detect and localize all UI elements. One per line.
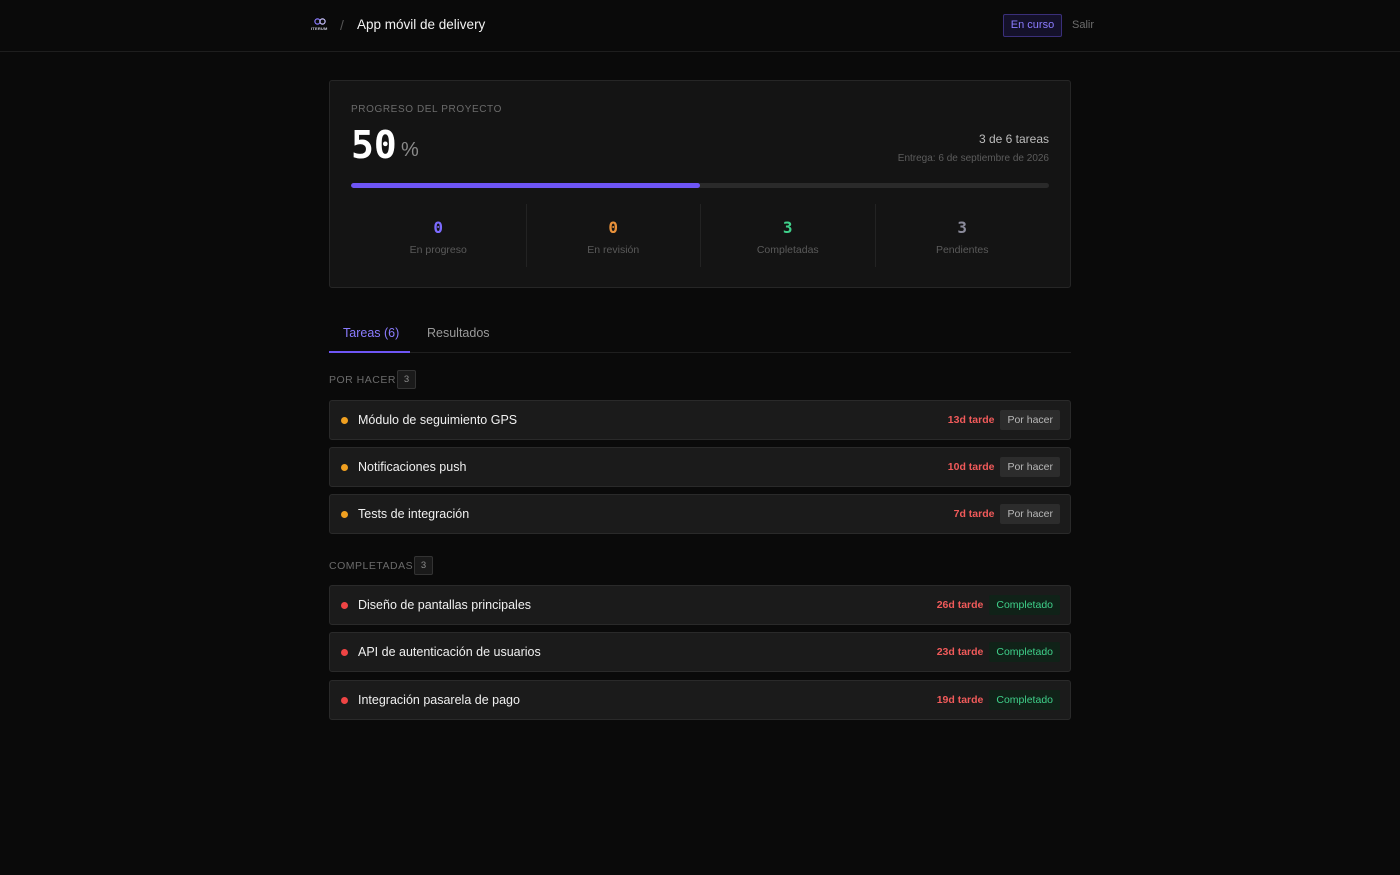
section-count-badge: 3 <box>414 556 433 575</box>
status-pill[interactable]: Por hacer <box>1000 504 1060 524</box>
task-row[interactable]: Tests de integración 7d tarde Por hacer <box>329 494 1071 534</box>
stat-pending: 3 Pendientes <box>874 204 1050 267</box>
task-meta: 7d tarde Por hacer <box>954 504 1060 524</box>
stats-row: 0 En progreso 0 En revisión 3 Completada… <box>351 204 1049 267</box>
progress-label: PROGRESO DEL PROYECTO <box>351 104 502 115</box>
app-logo[interactable]: ITERUM <box>311 18 329 34</box>
task-row[interactable]: Notificaciones push 10d tarde Por hacer <box>329 447 1071 487</box>
priority-dot <box>341 464 348 471</box>
task-row[interactable]: Módulo de seguimiento GPS 13d tarde Por … <box>329 400 1071 440</box>
section-count-badge: 3 <box>397 370 416 389</box>
logout-link[interactable]: Salir <box>1072 19 1094 31</box>
percent-sign: % <box>401 139 419 161</box>
stat-in-progress: 0 En progreso <box>351 204 526 267</box>
overdue-label: 10d tarde <box>947 461 995 473</box>
stat-label: En revisión <box>587 244 640 256</box>
task-row[interactable]: Diseño de pantallas principales 26d tard… <box>329 585 1071 625</box>
task-title: API de autenticación de usuarios <box>358 645 541 659</box>
due-date: Entrega: 6 de septiembre de 2026 <box>897 153 1049 164</box>
priority-dot <box>341 602 348 609</box>
task-title: Diseño de pantallas principales <box>358 598 532 612</box>
task-meta: 13d tarde Por hacer <box>948 410 1060 430</box>
stat-label: Pendientes <box>935 244 989 256</box>
progress-bar <box>351 183 1049 188</box>
stat-completed: 3 Completadas <box>700 204 875 267</box>
project-status-badge[interactable]: En curso <box>1003 14 1062 37</box>
stat-value: 3 <box>957 218 968 237</box>
status-pill[interactable]: Completado <box>989 642 1060 662</box>
task-title: Notificaciones push <box>358 460 467 474</box>
overdue-label: 7d tarde <box>953 508 995 520</box>
stat-label: En progreso <box>409 244 467 256</box>
progress-card: PROGRESO DEL PROYECTO 50 % 3 de 6 tareas… <box>329 80 1071 288</box>
priority-dot <box>341 417 348 424</box>
top-bar: ITERUM / App móvil de delivery En curso … <box>0 0 1400 52</box>
stat-value: 3 <box>782 218 793 237</box>
progress-percent: 50 <box>351 123 397 167</box>
tab-bar: Tareas (6) Resultados <box>329 315 1071 353</box>
active-tab-indicator <box>329 351 410 353</box>
logo-wordmark: ITERUM <box>311 26 328 31</box>
section-title: COMPLETADAS <box>329 560 414 572</box>
status-pill[interactable]: Completado <box>989 595 1060 615</box>
project-title: App móvil de delivery <box>357 17 486 32</box>
tasks-count: 3 de 6 tareas <box>978 132 1049 146</box>
task-meta: 23d tarde Completado <box>937 642 1060 662</box>
task-row[interactable]: Integración pasarela de pago 19d tarde C… <box>329 680 1071 720</box>
status-pill[interactable]: Completado <box>989 690 1060 710</box>
progress-bar-fill <box>351 183 700 188</box>
status-pill[interactable]: Por hacer <box>1000 457 1060 477</box>
status-pill[interactable]: Por hacer <box>1000 410 1060 430</box>
task-meta: 10d tarde Por hacer <box>948 457 1060 477</box>
task-title: Integración pasarela de pago <box>358 693 520 707</box>
overdue-label: 23d tarde <box>936 646 984 658</box>
overdue-label: 26d tarde <box>936 599 984 611</box>
logo-icon <box>314 18 326 25</box>
tab-tasks[interactable]: Tareas (6) <box>343 326 399 340</box>
breadcrumb-separator: / <box>340 17 344 33</box>
priority-dot <box>341 697 348 704</box>
task-title: Tests de integración <box>358 507 470 521</box>
priority-dot <box>341 649 348 656</box>
task-meta: 19d tarde Completado <box>937 690 1060 710</box>
tab-results[interactable]: Resultados <box>427 326 490 340</box>
stat-value: 0 <box>608 218 619 237</box>
task-title: Módulo de seguimiento GPS <box>358 413 518 427</box>
stat-in-review: 0 En revisión <box>525 204 701 267</box>
task-row[interactable]: API de autenticación de usuarios 23d tar… <box>329 632 1071 672</box>
overdue-label: 13d tarde <box>947 414 995 426</box>
overdue-label: 19d tarde <box>936 694 984 706</box>
priority-dot <box>341 511 348 518</box>
stat-label: Completadas <box>756 244 819 256</box>
stat-value: 0 <box>433 218 444 237</box>
task-meta: 26d tarde Completado <box>937 595 1060 615</box>
section-title: POR HACER <box>329 374 396 386</box>
